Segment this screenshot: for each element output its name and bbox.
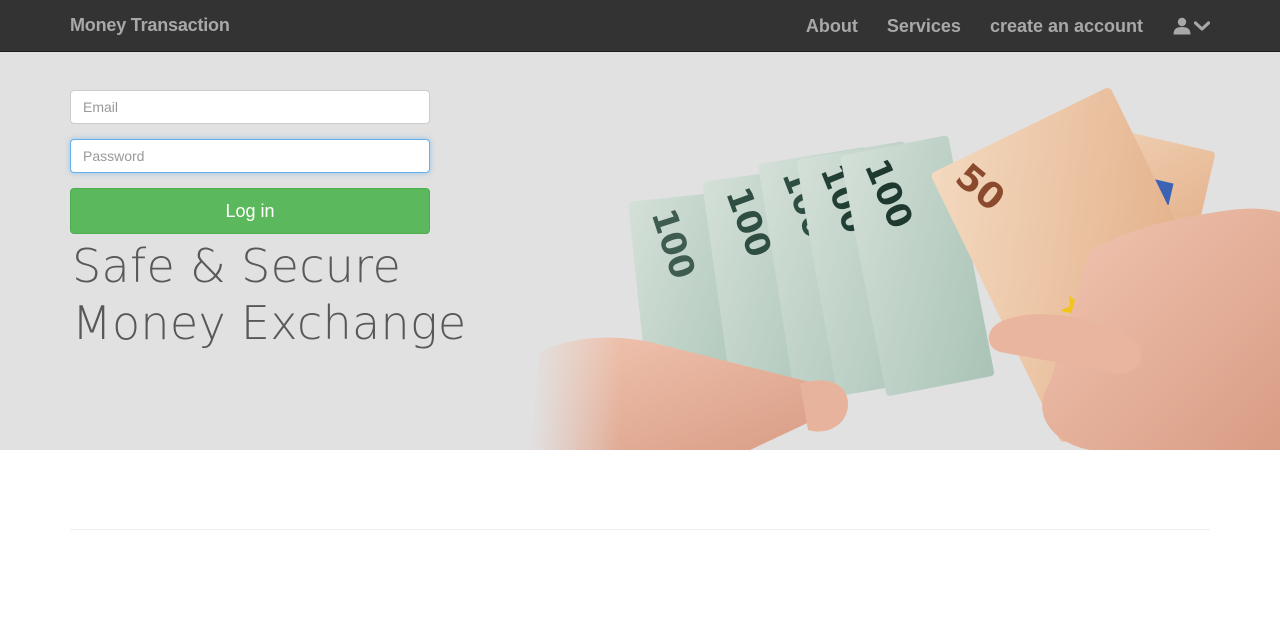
brand-link[interactable]: Money Transaction <box>70 15 230 36</box>
tagline-line-1: Safe & Secure <box>72 239 402 293</box>
tagline-line-2: Money Exchange <box>72 296 467 350</box>
user-icon <box>1173 17 1191 35</box>
euro-banknotes-image: 50 100 100 100 100 100 50 <box>530 52 1280 450</box>
password-field[interactable] <box>70 139 430 173</box>
top-navbar: Money Transaction About Services create … <box>0 0 1280 52</box>
hero-tagline: Safe & Secure Money Exchange <box>72 238 512 352</box>
chevron-down-icon <box>1194 21 1210 31</box>
nav-link-create-account[interactable]: create an account <box>990 16 1143 37</box>
nav-links: About Services create an account <box>777 0 1210 52</box>
email-field[interactable] <box>70 90 430 124</box>
user-menu-toggle[interactable] <box>1173 17 1210 35</box>
nav-link-services[interactable]: Services <box>887 16 961 37</box>
login-button[interactable]: Log in <box>70 188 430 234</box>
content-divider <box>70 529 1210 530</box>
hero-banner: Log in Safe & Secure Money Exchange <box>0 52 1280 450</box>
nav-link-about[interactable]: About <box>806 16 858 37</box>
